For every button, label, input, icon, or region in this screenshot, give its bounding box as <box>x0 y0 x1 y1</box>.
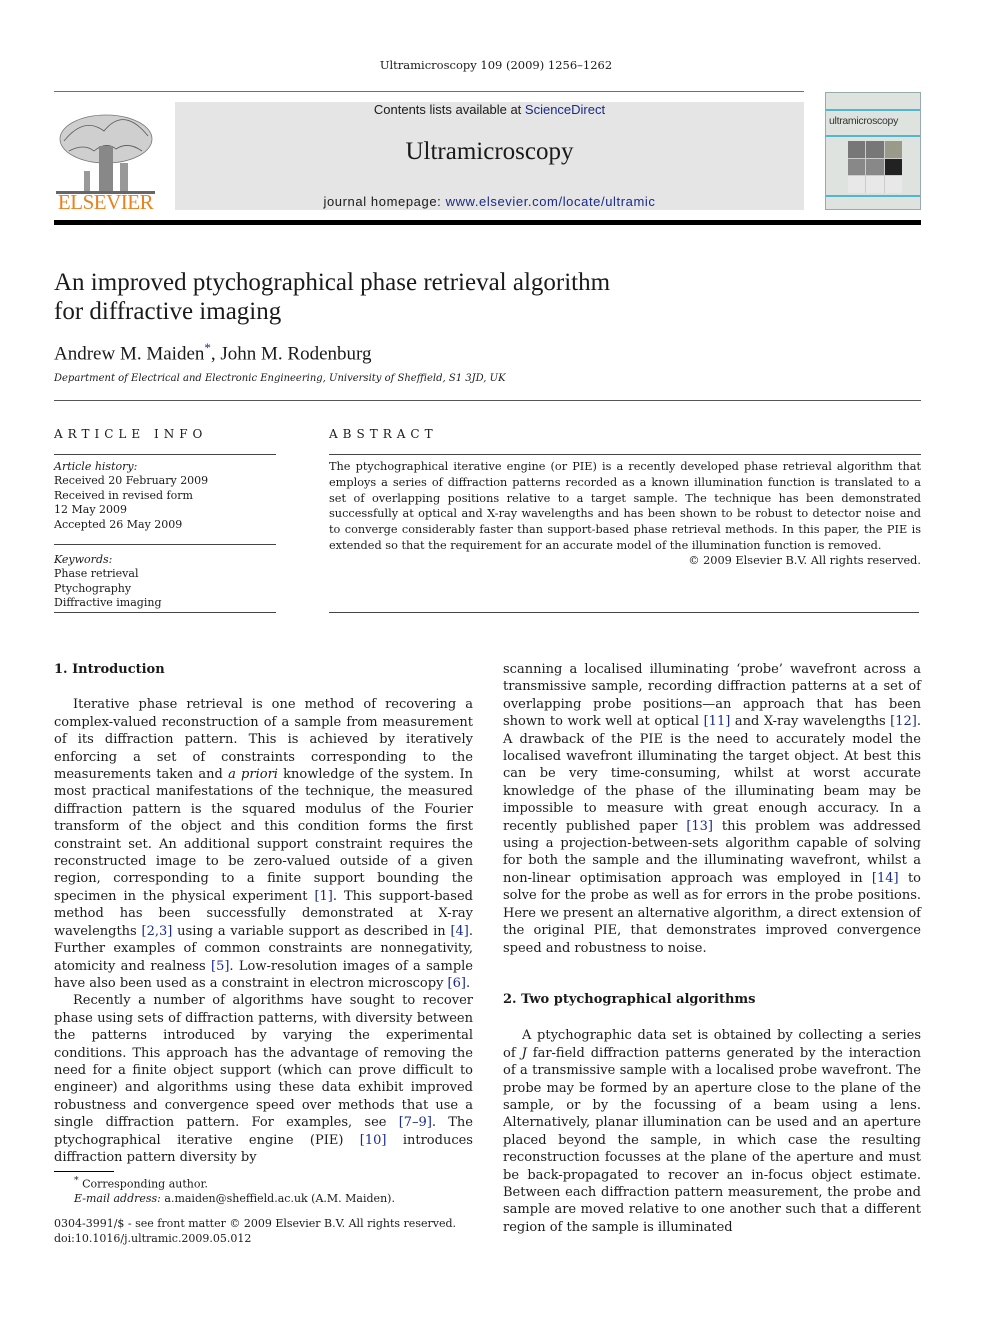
author-separator: , <box>210 343 221 365</box>
history-item: Accepted 26 May 2009 <box>54 517 183 531</box>
email-note: E-mail address: a.maiden@sheffield.ac.uk… <box>74 1192 395 1206</box>
journal-cover-thumbnail: ultramicroscopy <box>825 92 921 210</box>
history-item: 12 May 2009 <box>54 503 128 517</box>
homepage-line: journal homepage: www.elsevier.com/locat… <box>175 194 804 209</box>
cover-bar <box>826 195 920 197</box>
elsevier-wordmark: ELSEVIER <box>57 190 154 214</box>
affiliation-rule <box>54 400 921 401</box>
abstract-text: The ptychographical iterative engine (or… <box>329 460 921 552</box>
cover-image-grid <box>848 141 902 193</box>
citation-link[interactable]: [12] <box>890 714 917 729</box>
section-heading-introduction: 1. Introduction <box>54 662 165 677</box>
citation-link[interactable]: [2,3] <box>142 924 173 939</box>
homepage-prefix: journal homepage: <box>323 194 446 209</box>
title-line-2: for diffractive imaging <box>54 298 282 325</box>
article-info-rule <box>54 544 276 545</box>
corresponding-author-note: * Corresponding author. <box>74 1175 209 1191</box>
paragraph: Iterative phase retrieval is one method … <box>54 697 473 991</box>
keyword: Diffractive imaging <box>54 596 162 610</box>
citation-link[interactable]: [14] <box>872 871 899 886</box>
keyword: Ptychography <box>54 581 132 595</box>
keywords-label: Keywords: <box>54 553 113 566</box>
cover-title: ultramicroscopy <box>829 115 899 127</box>
title-line-1: An improved ptychographical phase retrie… <box>54 269 611 296</box>
citation-link[interactable]: [10] <box>360 1133 387 1148</box>
abstract-rule <box>329 454 921 455</box>
cover-bar <box>826 109 920 111</box>
right-column: scanning a localised illuminating ‘probe… <box>503 661 921 1236</box>
citation-link[interactable]: [7–9] <box>399 1115 432 1130</box>
article-info-rule <box>54 454 276 455</box>
sciencedirect-link[interactable]: ScienceDirect <box>525 102 605 117</box>
issn-line: 0304-3991/$ - see front matter © 2009 El… <box>54 1217 456 1230</box>
contents-prefix: Contents lists available at <box>373 102 525 117</box>
history-label: Article history: <box>54 460 138 473</box>
contents-line: Contents lists available at ScienceDirec… <box>175 102 804 117</box>
citation-link[interactable]: [6] <box>448 976 466 991</box>
citation-link[interactable]: [11] <box>704 714 731 729</box>
keywords: Keywords: Phase retrieval Ptychography D… <box>54 553 161 611</box>
author-rodenburg: John M. Rodenburg <box>220 343 372 365</box>
author-email[interactable]: a.maiden@sheffield.ac.uk (A.M. Maiden). <box>161 1192 395 1205</box>
affiliation: Department of Electrical and Electronic … <box>54 373 506 384</box>
top-rule <box>54 91 804 92</box>
history-item: Received in revised form <box>54 488 193 502</box>
footnote-rule <box>54 1171 114 1172</box>
history-item: Received 20 February 2009 <box>54 474 209 488</box>
citation-link[interactable]: [5] <box>211 959 229 974</box>
author-list: Andrew M. Maiden*, John M. Rodenburg <box>54 340 372 365</box>
article-history: Article history: Received 20 February 20… <box>54 460 208 532</box>
cover-bar <box>826 135 920 137</box>
abstract-rule <box>329 612 919 613</box>
running-head: Ultramicroscopy 109 (2009) 1256–1262 <box>379 58 613 72</box>
keyword: Phase retrieval <box>54 567 139 581</box>
article-info-heading: ARTICLE INFO <box>54 427 208 441</box>
article-info-rule <box>54 612 276 613</box>
paragraph: scanning a localised illuminating ‘probe… <box>503 662 922 956</box>
masthead-rule <box>54 220 921 225</box>
section-heading-two-algorithms: 2. Two ptychographical algorithms <box>503 991 756 1007</box>
left-column: 1. Introduction Iterative phase retrieva… <box>54 661 473 1166</box>
doi-line[interactable]: doi:10.1016/j.ultramic.2009.05.012 <box>54 1232 456 1247</box>
paragraph: A ptychographic data set is obtained by … <box>503 1028 921 1235</box>
journal-title: Ultramicroscopy <box>405 138 574 165</box>
front-matter: 0304-3991/$ - see front matter © 2009 El… <box>54 1217 456 1246</box>
journal-homepage-link[interactable]: www.elsevier.com/locate/ultramic <box>446 194 656 209</box>
citation-link[interactable]: [13] <box>686 819 713 834</box>
abstract-copyright: © 2009 Elsevier B.V. All rights reserved… <box>688 554 921 567</box>
citation-link[interactable]: [1] <box>314 889 332 904</box>
citation-link[interactable]: [4] <box>450 924 468 939</box>
paragraph: Recently a number of algorithms have sou… <box>54 993 473 1165</box>
paper-title: An improved ptychographical phase retrie… <box>54 268 754 326</box>
author-maiden: Andrew M. Maiden <box>54 343 205 365</box>
footnotes: * Corresponding author. E-mail address: … <box>54 1174 395 1207</box>
abstract-heading: ABSTRACT <box>329 427 438 441</box>
